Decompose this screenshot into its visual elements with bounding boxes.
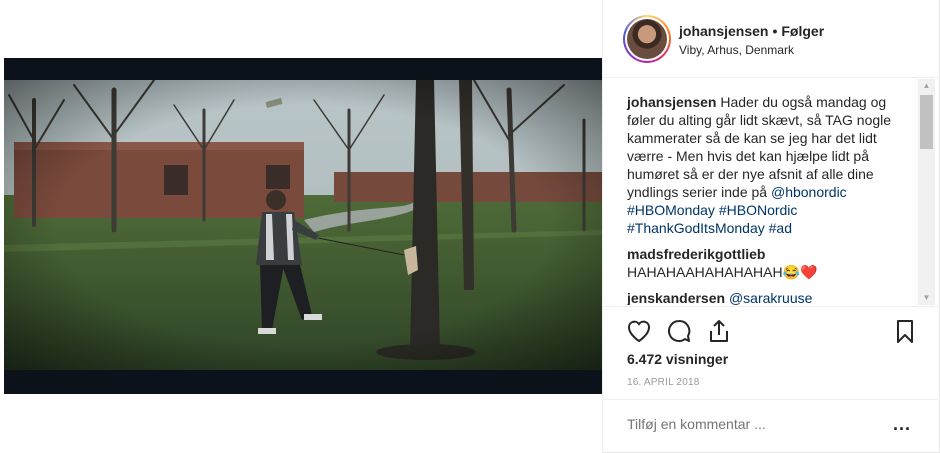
- comment-text: HAHAHAAHAHAHAHAH😂❤️: [627, 264, 818, 280]
- scroll-up-icon[interactable]: ▲: [918, 79, 935, 93]
- action-bar: [603, 306, 940, 352]
- more-icon: ...: [893, 414, 912, 434]
- share-icon[interactable]: [705, 317, 733, 345]
- letterbox-bottom: [4, 370, 602, 394]
- scroll-down-icon[interactable]: ▼: [918, 291, 935, 305]
- post-date: 16. APRIL 2018: [627, 377, 700, 388]
- comment-username[interactable]: madsfrederikgottlieb: [627, 245, 923, 263]
- comments-list[interactable]: johansjensen Hader du også mandag og føl…: [603, 79, 923, 305]
- video-player[interactable]: [4, 58, 602, 394]
- caption-hashtag[interactable]: #ThankGodItsMonday: [627, 220, 765, 236]
- caption-hashtag[interactable]: #HBONordic: [719, 202, 798, 218]
- location-link[interactable]: Viby, Arhus, Denmark: [679, 43, 794, 57]
- comment-item: madsfrederikgottlieb HAHAHAAHAHAHAHAH😂❤️: [627, 245, 923, 281]
- scroll-thumb[interactable]: [920, 95, 933, 149]
- media-area: [4, 0, 602, 453]
- caption: johansjensen Hader du også mandag og føl…: [627, 93, 897, 237]
- comment-icon[interactable]: [665, 317, 693, 345]
- comment-input[interactable]: [627, 416, 867, 432]
- caption-mention[interactable]: @hbonordic: [771, 184, 847, 200]
- header-username[interactable]: johansjensen: [679, 23, 768, 39]
- caption-hashtag[interactable]: #ad: [769, 220, 792, 236]
- caption-username[interactable]: johansjensen: [627, 94, 716, 110]
- comment-username[interactable]: jenskandersen: [627, 290, 725, 305]
- comment-mention[interactable]: @sarakruuse: [729, 290, 812, 305]
- avatar-ring: [625, 17, 669, 61]
- post-sidebar: johansjensen • Følger Viby, Arhus, Denmark…: [602, 0, 940, 453]
- add-comment-section: ...: [603, 399, 940, 453]
- avatar-image: [627, 19, 667, 59]
- letterbox-top: [4, 58, 602, 80]
- bookmark-icon[interactable]: [891, 317, 919, 345]
- separator-dot: •: [772, 23, 778, 39]
- header-user-line: johansjensen • Følger: [679, 23, 824, 39]
- view-count[interactable]: 6.472 visninger: [627, 351, 728, 367]
- following-button[interactable]: Følger: [781, 23, 824, 39]
- heart-icon[interactable]: [625, 317, 653, 345]
- comments-scrollbar[interactable]: ▲ ▼: [918, 79, 935, 305]
- post-header: johansjensen • Følger Viby, Arhus, Denmark: [603, 0, 940, 78]
- comment-item: jenskandersen @sarakruuse: [627, 289, 923, 305]
- video-frame: [4, 80, 602, 370]
- caption-hashtag[interactable]: #HBOMonday: [627, 202, 715, 218]
- more-options-button[interactable]: ...: [893, 414, 917, 434]
- avatar[interactable]: [623, 15, 671, 63]
